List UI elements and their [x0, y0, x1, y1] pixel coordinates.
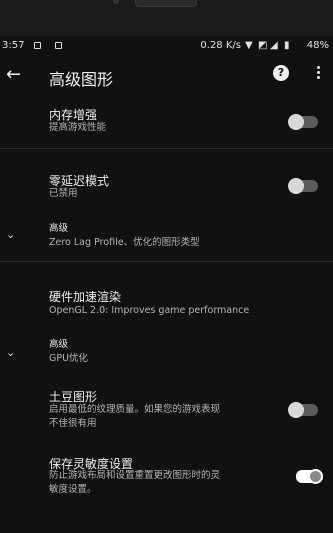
status-bar: 3:57 0.28 K/s ▼ ◩ ◢ ▮ 48%: [0, 36, 333, 56]
setting-subtitle-line-2: 敏度设置。: [49, 484, 97, 495]
more-options-icon[interactable]: [314, 64, 322, 84]
setting-zero-lag[interactable]: 零延迟模式 已禁用: [0, 172, 333, 208]
camera-dot: [113, 0, 119, 4]
signal-icon: ◢: [270, 40, 278, 51]
chevron-down-icon: ⌄: [6, 228, 16, 241]
chevron-down-icon: ⌄: [6, 346, 16, 359]
notch-pill: [135, 0, 197, 7]
help-icon[interactable]: ?: [273, 65, 289, 81]
setting-subtitle-line-1: 防止游戏布局和设置重置更改图形时的灵: [49, 470, 221, 481]
app-bar: ← 高级图形 ?: [0, 56, 333, 96]
setting-memory-boost[interactable]: 内存增强 提高游戏性能: [0, 104, 333, 140]
back-arrow-icon[interactable]: ←: [6, 64, 28, 86]
network-speed: 0.28 K/s: [200, 40, 241, 51]
setting-hw-accel[interactable]: 硬件加速渲染 OpenGL 2.0: Improves game perform…: [0, 288, 333, 320]
setting-subtitle: 已禁用: [49, 188, 78, 199]
setting-subtitle-line-1: 启用最低的纹理质量。如果您的游戏表现: [49, 404, 221, 415]
battery-percent: 48%: [306, 40, 329, 51]
zero-lag-toggle[interactable]: [288, 178, 318, 194]
memory-boost-toggle[interactable]: [288, 114, 318, 130]
setting-advanced-expand-1[interactable]: ⌄ 高级 Zero Lag Profile、优化的图形类型: [0, 222, 333, 252]
status-time: 3:57: [2, 40, 25, 51]
setting-subtitle: Zero Lag Profile、优化的图形类型: [49, 237, 200, 248]
potato-graphics-toggle[interactable]: [288, 402, 318, 418]
camera-cutout-area: [0, 0, 333, 36]
setting-title: 高级: [49, 339, 69, 350]
setting-title: 硬件加速渲染: [49, 290, 122, 304]
sim-icon: ◩: [258, 40, 268, 51]
setting-save-sensitivity[interactable]: 保存灵敏度设置 防止游戏布局和设置重置更改图形时的灵 敏度设置。: [0, 455, 333, 501]
toggle-knob: [308, 469, 323, 484]
divider: [0, 261, 333, 262]
notification-icon: [34, 42, 41, 49]
toggle-knob: [288, 178, 304, 194]
divider: [0, 148, 333, 149]
setting-subtitle: OpenGL 2.0: Improves game performance: [49, 305, 250, 316]
toggle-knob: [288, 402, 304, 418]
toggle-knob: [288, 114, 304, 130]
setting-subtitle: GPU优化: [49, 353, 89, 364]
page-title: 高级图形: [49, 70, 114, 89]
setting-subtitle-line-2: 不佳很有用: [49, 418, 97, 429]
setting-advanced-expand-2[interactable]: ⌄ 高级 GPU优化: [0, 338, 333, 368]
screenshot-icon: [55, 42, 62, 49]
save-sensitivity-toggle[interactable]: [296, 469, 323, 484]
battery-icon: ▮: [284, 40, 290, 51]
setting-potato-graphics[interactable]: 土豆图形 启用最低的纹理质量。如果您的游戏表现 不佳很有用: [0, 388, 333, 434]
setting-title: 高级: [49, 223, 69, 234]
wifi-icon: ▼: [245, 40, 253, 51]
setting-subtitle: 提高游戏性能: [49, 122, 107, 133]
